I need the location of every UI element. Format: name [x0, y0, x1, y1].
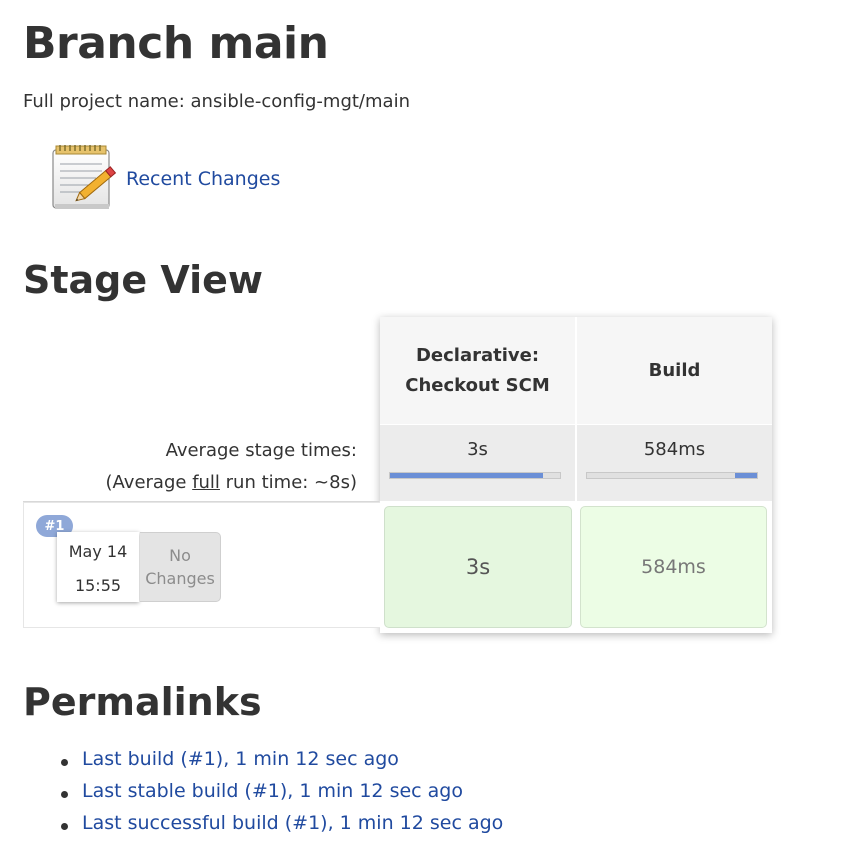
no-changes-line: Changes — [145, 569, 215, 588]
avg-time-build: 584ms — [577, 425, 772, 501]
page-title: Branch main — [23, 18, 329, 69]
no-changes-line: No — [169, 546, 191, 565]
avg-time-value: 3s — [467, 439, 488, 460]
permalink-last-stable-build[interactable]: Last stable build (#1), 1 min 12 sec ago — [60, 780, 503, 812]
permalinks-title: Permalinks — [23, 680, 262, 724]
permalinks-list: Last build (#1), 1 min 12 sec ago Last s… — [60, 748, 503, 844]
stage-header-line: Declarative: — [415, 344, 540, 366]
stage-header-line: Checkout SCM — [405, 374, 550, 396]
avg-full-suffix: run time: ~8s) — [219, 472, 357, 493]
avg-time-bar — [586, 472, 758, 479]
no-changes-box[interactable]: No Changes — [140, 532, 221, 602]
permalink-last-successful-build[interactable]: Last successful build (#1), 1 min 12 sec… — [60, 812, 503, 844]
notepad-icon — [50, 142, 120, 212]
full-project-name: Full project name: ansible-config-mgt/ma… — [23, 91, 410, 112]
recent-changes-link[interactable]: Recent Changes — [50, 142, 280, 212]
build-date: May 14 — [68, 542, 128, 561]
full-run-time-link[interactable]: full — [192, 472, 220, 493]
avg-time-bar — [389, 472, 561, 479]
avg-time-bar-fill — [390, 473, 543, 478]
avg-time-checkout-scm: 3s — [380, 425, 575, 501]
build-time: 15:55 — [74, 576, 122, 595]
stage-header-line: Build — [648, 359, 701, 381]
stage-view-title: Stage View — [23, 258, 264, 302]
build-date-card: May 14 15:55 — [57, 532, 139, 602]
stage-cell-checkout-scm[interactable]: 3s — [384, 506, 572, 628]
stage-header-build[interactable]: Build — [577, 317, 772, 424]
stage-cell-build[interactable]: 584ms — [580, 506, 767, 628]
average-full-run-time: (Average full run time: ~8s) — [106, 472, 357, 493]
recent-changes-label: Recent Changes — [126, 168, 281, 190]
stage-header-checkout-scm[interactable]: Declarative: Checkout SCM — [380, 317, 575, 424]
avg-time-value: 584ms — [643, 439, 706, 460]
avg-full-prefix: (Average — [105, 472, 193, 493]
permalink-last-build[interactable]: Last build (#1), 1 min 12 sec ago — [60, 748, 503, 780]
avg-time-bar-fill — [734, 473, 757, 478]
average-stage-times-label: Average stage times: — [165, 440, 357, 461]
